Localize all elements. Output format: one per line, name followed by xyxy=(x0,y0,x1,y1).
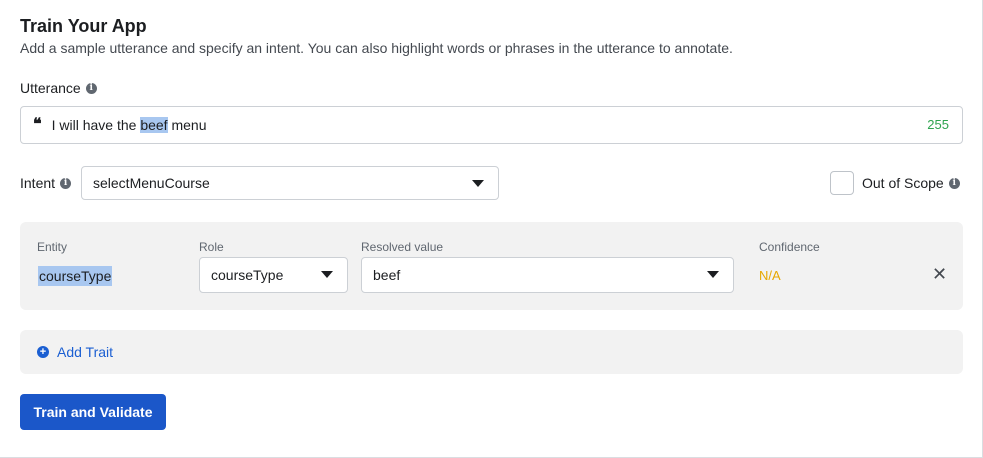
page-title: Train Your App xyxy=(20,16,147,36)
role-select[interactable]: courseType xyxy=(199,257,348,293)
intent-label-group: Intent i xyxy=(20,175,72,191)
role-column-header: Role xyxy=(199,240,224,254)
entity-column-header: Entity xyxy=(37,240,68,254)
train-and-validate-button[interactable]: Train and Validate xyxy=(20,394,166,430)
info-icon[interactable]: i xyxy=(948,177,960,189)
utterance-text[interactable]: I will have the beef menu xyxy=(52,117,207,133)
chevron-down-icon xyxy=(321,271,333,278)
intent-label: Intent xyxy=(20,175,56,191)
utterance-text-after: menu xyxy=(167,117,207,133)
add-trait-label: Add Trait xyxy=(57,344,114,360)
resolved-value-select[interactable]: beef xyxy=(361,257,734,293)
role-selected-value: courseType xyxy=(211,267,284,283)
out-of-scope-label-group: Out of Scope i xyxy=(862,175,960,191)
out-of-scope-label: Out of Scope xyxy=(862,175,944,191)
train-app-panel: Train Your App Add a sample utterance an… xyxy=(0,0,983,458)
info-icon[interactable]: i xyxy=(85,82,97,94)
utterance-input[interactable]: ❝ I will have the beef menu 255 xyxy=(20,106,963,144)
utterance-label-group: Utterance i xyxy=(20,80,97,96)
confidence-column-header: Confidence xyxy=(759,240,820,254)
add-trait-button[interactable]: + Add Trait xyxy=(20,330,963,374)
quote-icon: ❝ xyxy=(33,113,42,133)
page-subtitle: Add a sample utterance and specify an in… xyxy=(20,40,733,56)
entity-chip[interactable]: courseType xyxy=(38,266,113,286)
utterance-text-before: I will have the xyxy=(51,117,141,133)
utterance-highlight[interactable]: beef xyxy=(140,117,168,133)
plus-circle-icon: + xyxy=(37,346,49,358)
confidence-value: N/A xyxy=(759,268,781,283)
close-icon[interactable]: ✕ xyxy=(932,265,947,283)
chevron-down-icon xyxy=(472,180,484,187)
char-counter: 255 xyxy=(927,117,949,132)
utterance-label: Utterance xyxy=(20,80,81,96)
resolved-value-column-header: Resolved value xyxy=(361,240,444,254)
resolved-selected-value: beef xyxy=(373,267,401,283)
intent-selected-value: selectMenuCourse xyxy=(93,175,210,191)
out-of-scope-checkbox[interactable] xyxy=(830,171,854,195)
chevron-down-icon xyxy=(707,271,719,278)
intent-select[interactable]: selectMenuCourse xyxy=(81,166,499,200)
info-icon[interactable]: i xyxy=(60,177,72,189)
entity-row-card: Entity Role Resolved value Confidence co… xyxy=(20,222,963,310)
